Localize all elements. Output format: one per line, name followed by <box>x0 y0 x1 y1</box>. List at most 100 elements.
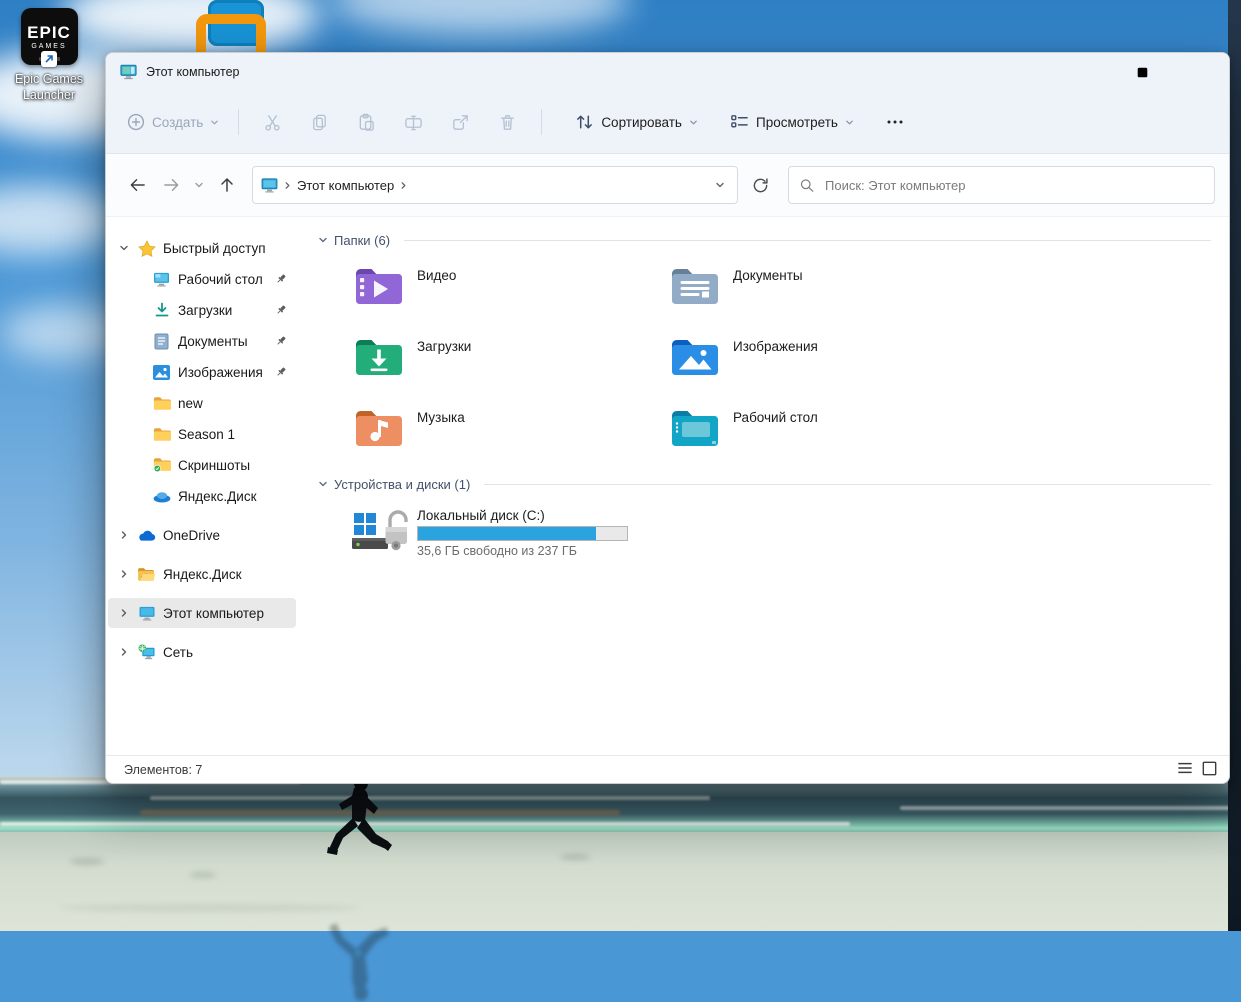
folder-tile-label: Видео <box>417 268 456 283</box>
section-devices[interactable]: Устройства и диски (1) <box>318 473 1211 495</box>
picture-icon <box>152 365 171 380</box>
search-input[interactable] <box>823 177 1203 194</box>
sidebar-item-pictures[interactable]: Изображения <box>108 357 296 387</box>
this-pc-icon <box>261 178 278 193</box>
copy-button[interactable] <box>300 105 339 140</box>
wallpaper-beach <box>0 832 1241 931</box>
sidebar-item-yandex-disk[interactable]: Яндекс.Диск <box>108 559 296 589</box>
chevron-collapsed-icon[interactable] <box>118 608 130 618</box>
minimize-icon <box>1079 67 1090 78</box>
share-button[interactable] <box>441 105 480 140</box>
folders-grid: Видео Документы <box>354 263 1211 455</box>
ellipsis-icon <box>886 119 904 125</box>
recent-locations-button[interactable] <box>188 168 210 202</box>
sidebar-item-new[interactable]: new <box>108 388 296 418</box>
section-folders[interactable]: Папки (6) <box>318 229 1211 251</box>
drive-usage-fill <box>418 527 596 540</box>
delete-button[interactable] <box>488 105 527 140</box>
desktop-monitor-icon <box>152 272 171 287</box>
maximize-icon <box>1137 67 1148 78</box>
sidebar-item-desktop[interactable]: Рабочий стол <box>108 264 296 294</box>
rename-icon <box>404 113 423 132</box>
folder-tile-label: Изображения <box>733 339 818 354</box>
chevron-collapsed-icon[interactable] <box>118 647 130 657</box>
refresh-button[interactable] <box>742 168 778 202</box>
sidebar-item-screenshots[interactable]: Скриншоты <box>108 450 296 480</box>
folder-tile-videos[interactable]: Видео <box>354 263 670 313</box>
folder-tile-desktop[interactable]: Рабочий стол <box>670 405 986 455</box>
items-count: Элементов: 7 <box>124 763 202 777</box>
chevron-collapsed-icon[interactable] <box>118 569 130 579</box>
network-icon <box>137 644 156 660</box>
this-pc-icon <box>137 606 156 621</box>
trash-icon <box>498 113 517 132</box>
minimize-button[interactable] <box>1055 53 1113 91</box>
paste-button[interactable] <box>347 105 386 140</box>
folder-tile-music[interactable]: Музыка <box>354 405 670 455</box>
sidebar-item-documents[interactable]: Документы <box>108 326 296 356</box>
navigation-pane: Быстрый доступ Рабочий стол Загрузки <box>106 217 302 755</box>
this-pc-icon <box>120 64 137 80</box>
new-button[interactable]: Создать <box>118 105 228 139</box>
chevron-down-icon <box>210 118 219 127</box>
folder-synced-icon <box>152 457 171 473</box>
details-view-icon <box>1177 761 1193 775</box>
pin-icon <box>275 366 287 378</box>
chevron-expanded-icon[interactable] <box>118 243 130 253</box>
command-bar: Создать <box>106 91 1229 154</box>
file-list-area: Папки (6) Видео <box>302 217 1229 755</box>
more-options-button[interactable] <box>877 111 913 133</box>
folder-tile-pictures[interactable]: Изображения <box>670 334 986 384</box>
rename-button[interactable] <box>394 105 433 140</box>
folder-tile-downloads[interactable]: Загрузки <box>354 334 670 384</box>
close-button[interactable] <box>1171 53 1229 91</box>
cloud <box>330 0 630 35</box>
sidebar-item-onedrive[interactable]: OneDrive <box>108 520 296 550</box>
yandex-disk-folder-icon <box>137 567 156 582</box>
chevron-expanded-icon <box>318 479 328 489</box>
back-button[interactable] <box>120 168 154 202</box>
cloud <box>0 185 120 255</box>
breadcrumb-chevron-icon <box>283 181 292 190</box>
sort-arrows-icon <box>575 113 594 131</box>
folder-icon <box>152 427 171 442</box>
paste-icon <box>357 113 376 132</box>
window-title: Этот компьютер <box>146 65 239 79</box>
maximize-button[interactable] <box>1113 53 1171 91</box>
large-thumbnails-view-button[interactable] <box>1202 761 1217 779</box>
drive-tile-c[interactable]: Локальный диск (C:) 35,6 ГБ свободно из … <box>352 508 1211 558</box>
sidebar-item-downloads[interactable]: Загрузки <box>108 295 296 325</box>
refresh-icon <box>752 177 769 194</box>
forward-arrow-icon <box>163 177 180 193</box>
address-dropdown-button[interactable] <box>711 176 729 194</box>
sidebar-item-network[interactable]: Сеть <box>108 637 296 667</box>
chevron-collapsed-icon[interactable] <box>118 530 130 540</box>
pin-icon <box>275 273 287 285</box>
folder-tile-documents[interactable]: Документы <box>670 263 986 313</box>
sidebar-item-quick-access[interactable]: Быстрый доступ <box>108 233 296 263</box>
cut-icon <box>263 113 282 132</box>
search-box <box>788 166 1215 204</box>
navigation-bar: Этот компьютер <box>106 154 1229 217</box>
chevron-expanded-icon <box>318 235 328 245</box>
breadcrumb-item[interactable]: Этот компьютер <box>297 178 394 193</box>
folder-icon <box>152 396 171 411</box>
details-view-button[interactable] <box>1177 761 1193 778</box>
desktop-icon-partial[interactable] <box>196 0 268 52</box>
view-button[interactable]: Просмотреть <box>721 106 863 138</box>
sidebar-item-yandex-disk-quick[interactable]: Яндекс.Диск <box>108 481 296 511</box>
sidebar-item-season-1[interactable]: Season 1 <box>108 419 296 449</box>
sort-button[interactable]: Сортировать <box>566 105 707 139</box>
address-bar[interactable]: Этот компьютер <box>252 166 738 204</box>
sidebar-item-this-pc[interactable]: Этот компьютер <box>108 598 296 628</box>
desktop-icon-epic-games[interactable]: EPIC GAMES Epic Games Launcher <box>0 8 104 103</box>
cut-button[interactable] <box>253 105 292 140</box>
download-icon <box>152 302 171 318</box>
folder-tile-label: Рабочий стол <box>733 410 818 425</box>
pictures-folder-icon <box>670 335 720 377</box>
explorer-window: Этот компьютер Создать <box>105 52 1230 784</box>
wallpaper-sea <box>0 776 1241 834</box>
up-button[interactable] <box>210 168 244 202</box>
forward-button[interactable] <box>154 168 188 202</box>
pin-icon <box>275 335 287 347</box>
